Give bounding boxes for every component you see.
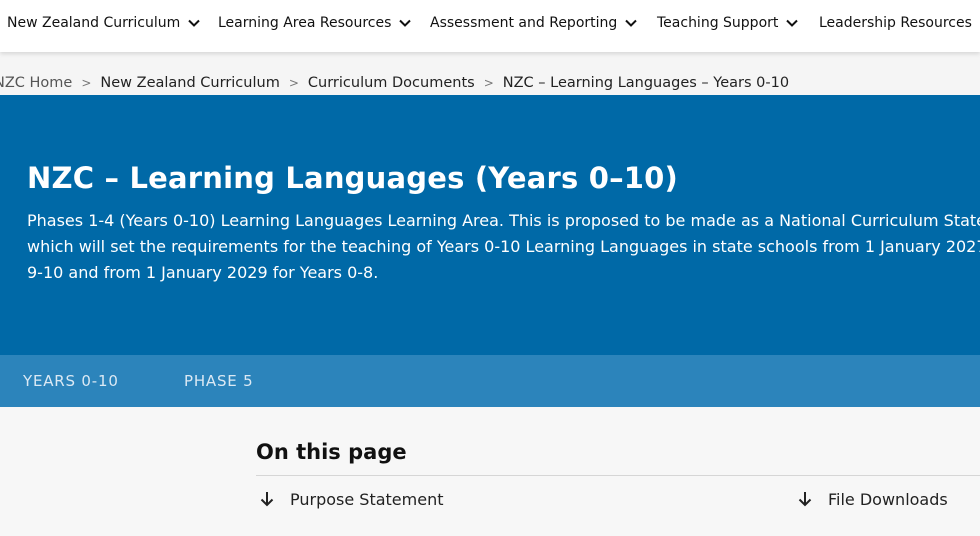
nav-item-label: Learning Area Resources [218,15,392,31]
chevron-down-icon [399,19,412,27]
tab-bar: YEARS 0-10 PHASE 5 [0,355,980,407]
hero-banner: NZC – Learning Languages (Years 0–10) Ph… [0,95,980,355]
breadcrumb-link-curriculum-documents[interactable]: Curriculum Documents [308,75,475,91]
nav-item-label: Leadership Resources [819,15,972,31]
breadcrumb-link-new-zealand-curriculum[interactable]: New Zealand Curriculum [100,75,279,91]
nav-item-teaching-support[interactable]: Teaching Support [657,12,800,34]
nav-item-label: Assessment and Reporting [430,15,618,31]
nav-item-assessment-and-reporting[interactable]: Assessment and Reporting [430,12,639,34]
arrow-down-icon [260,492,274,507]
arrow-down-icon [798,492,812,507]
on-this-page-link-label: File Downloads [828,489,948,509]
nav-item-learning-area-resources[interactable]: Learning Area Resources [218,12,413,34]
nav-item-label: New Zealand Curriculum [7,15,181,31]
on-this-page-link-label: Purpose Statement [290,489,444,509]
page-title: NZC – Learning Languages (Years 0–10) [27,161,679,195]
tab-phase-5[interactable]: PHASE 5 [184,372,254,390]
on-this-page-heading: On this page [256,440,407,464]
nav-item-label: Teaching Support [657,15,779,31]
breadcrumb-current-page: NZC – Learning Languages – Years 0-10 [502,75,790,91]
breadcrumb: NZC Home > New Zealand Curriculum > Curr… [0,72,980,94]
nav-item-leadership-resources[interactable]: Leadership Resources [819,12,980,34]
top-navigation: New Zealand Curriculum Learning Area Res… [0,0,980,52]
breadcrumb-separator: > [483,76,494,90]
breadcrumb-separator: > [288,76,299,90]
breadcrumb-separator: > [81,76,92,90]
on-this-page-link-file-downloads[interactable]: File Downloads [796,487,948,511]
chevron-down-icon [188,19,200,27]
main-content: On this page Purpose Statement File Down… [0,407,980,536]
nav-item-new-zealand-curriculum[interactable]: New Zealand Curriculum [7,12,202,34]
page-description: Phases 1-4 (Years 0-10) Learning Languag… [27,211,980,282]
divider [256,475,980,476]
chevron-down-icon [625,19,637,27]
on-this-page-link-purpose-statement[interactable]: Purpose Statement [258,487,444,511]
breadcrumb-link-home[interactable]: NZC Home [0,75,72,91]
tab-years-0-10[interactable]: YEARS 0-10 [23,372,119,390]
chevron-down-icon [786,19,799,27]
